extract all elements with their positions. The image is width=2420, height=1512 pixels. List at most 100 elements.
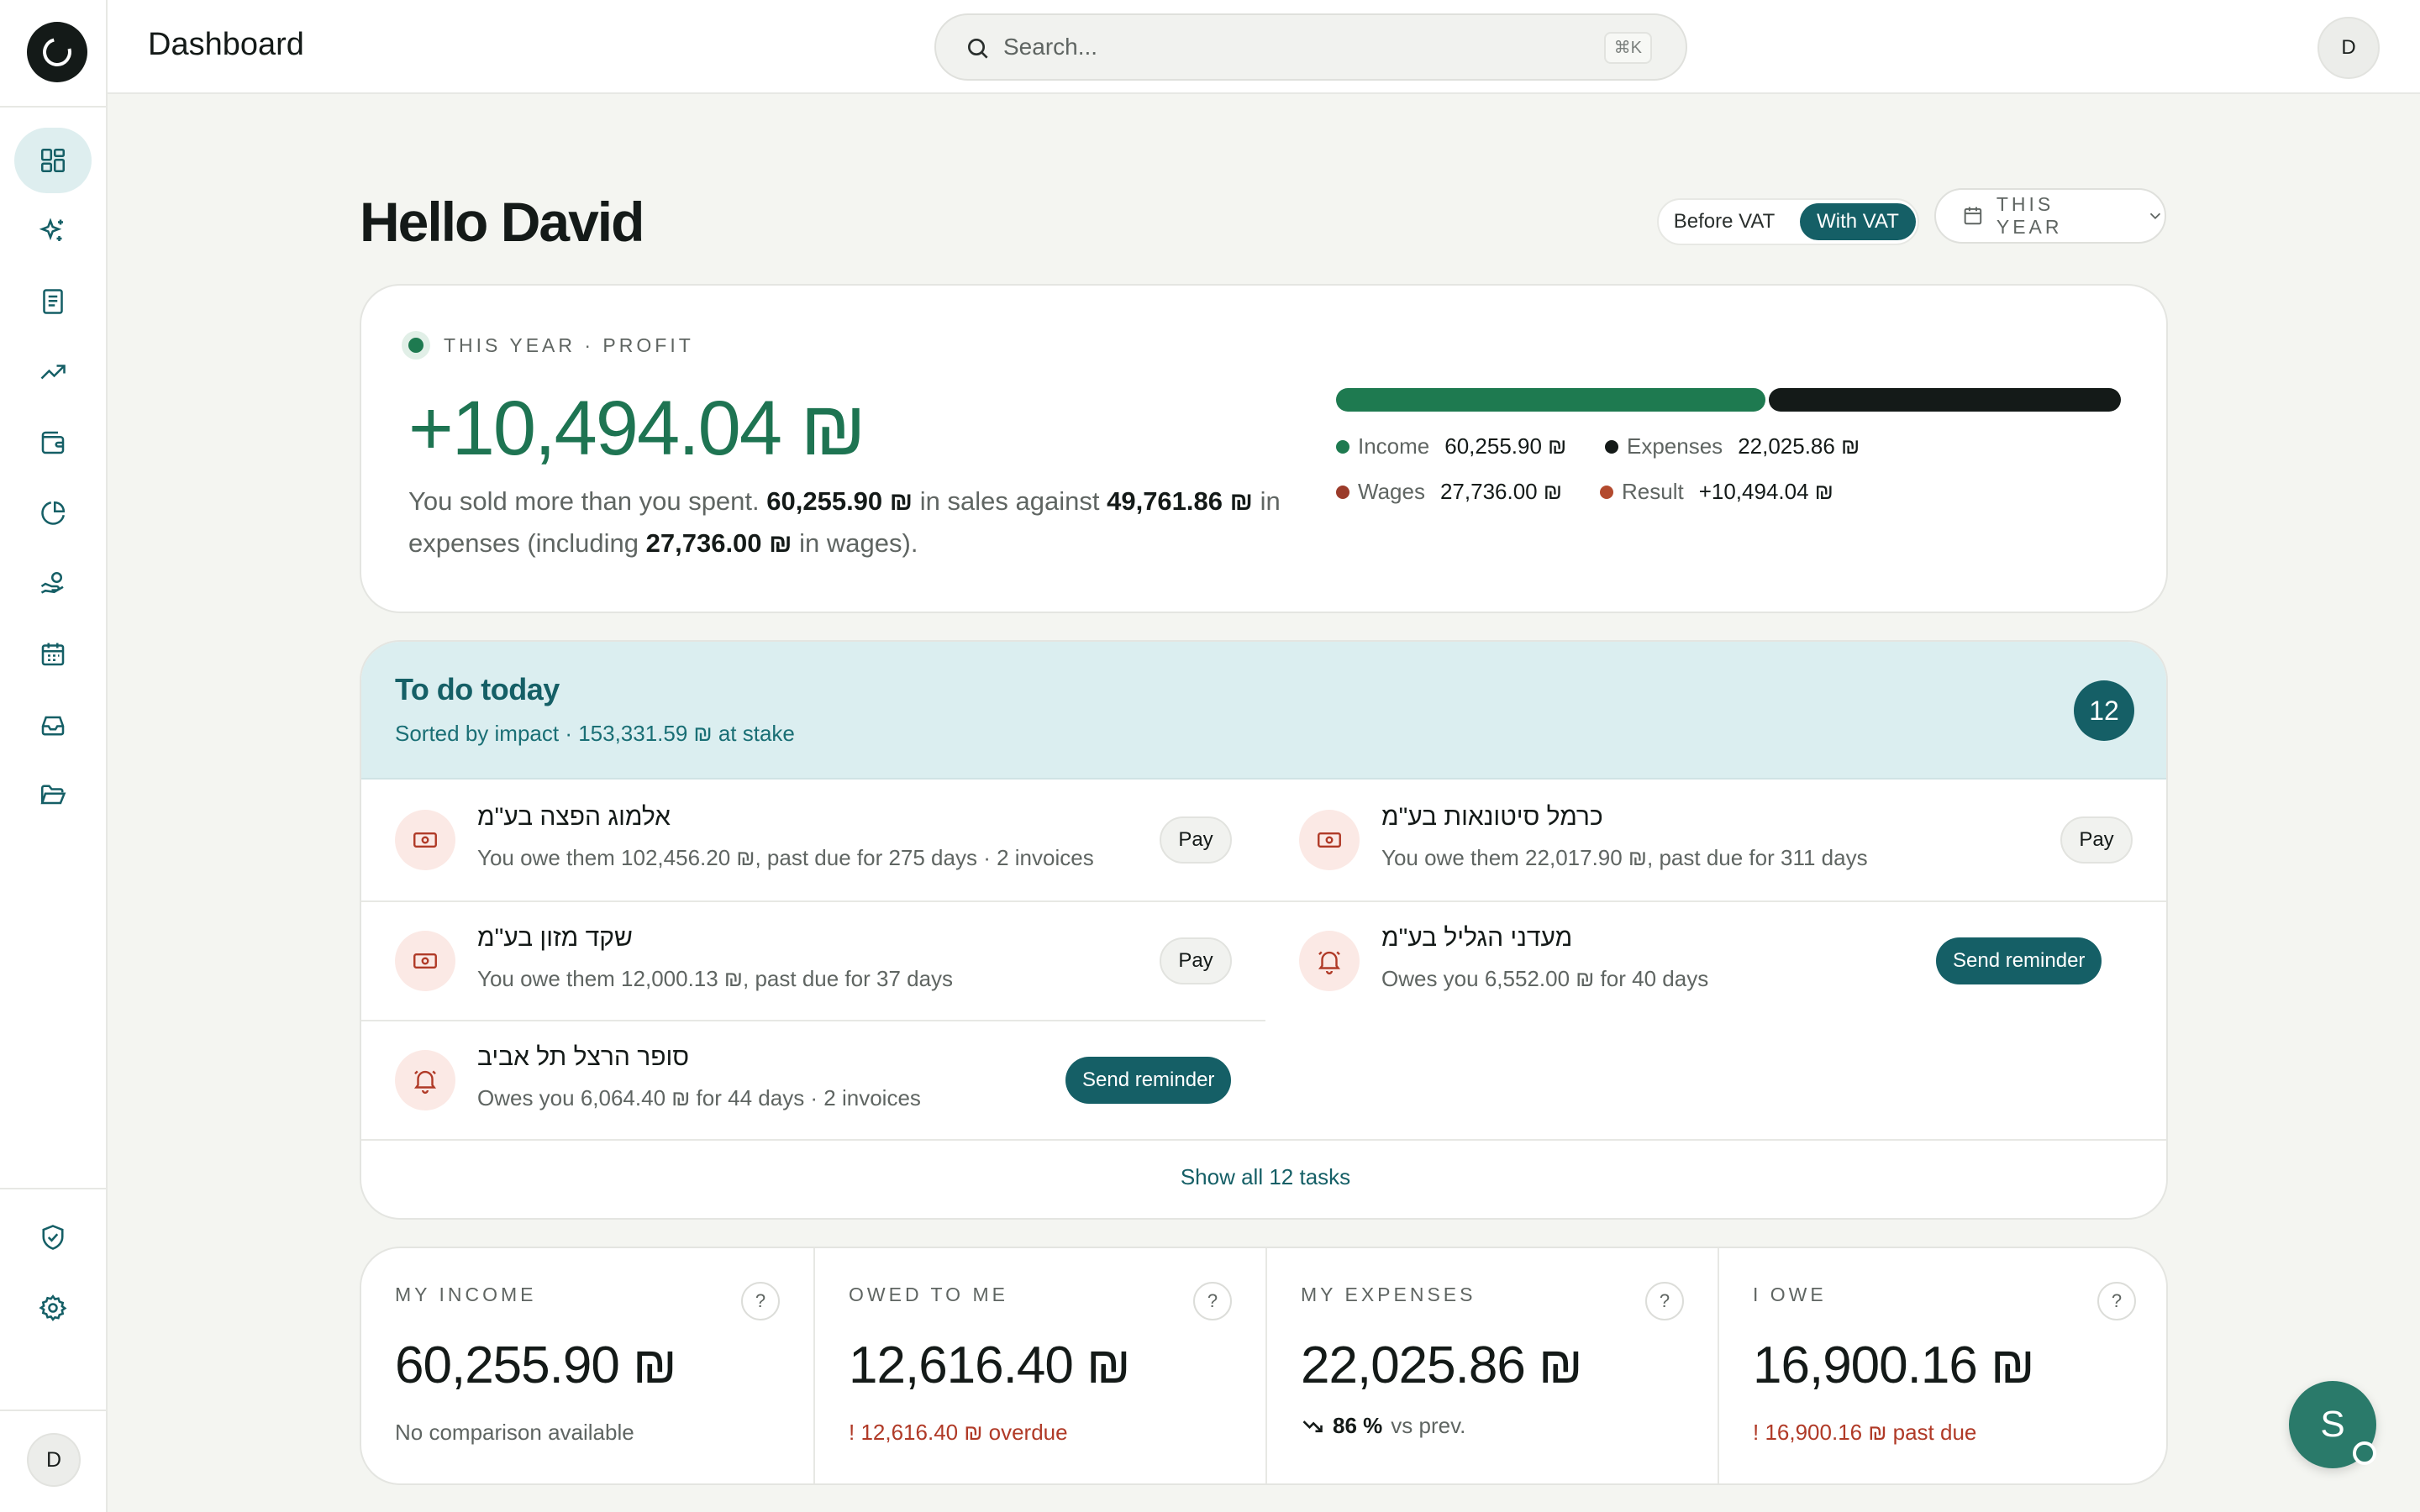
pay-button[interactable]: Pay xyxy=(2060,816,2133,864)
income-bar-segment xyxy=(1336,388,1765,412)
vat-with-option[interactable]: With VAT xyxy=(1800,203,1916,240)
nav-reports[interactable] xyxy=(14,339,92,405)
task-item: מעדני הגליל בע"מ Owes you 6,552.00 ₪ for… xyxy=(1265,902,2166,1021)
banknote-icon xyxy=(1318,832,1341,848)
todo-count-badge: 12 xyxy=(2074,680,2134,741)
nav-settings[interactable] xyxy=(14,1275,92,1341)
stats-card: MY INCOME ? 60,255.90 ₪ No comparison av… xyxy=(360,1247,2168,1485)
stat-note: No comparison available xyxy=(395,1420,634,1445)
stat-my-income: MY INCOME ? 60,255.90 ₪ No comparison av… xyxy=(361,1248,813,1483)
task-icon xyxy=(1299,931,1360,991)
gear-icon xyxy=(39,1294,67,1321)
sidebar-divider xyxy=(0,1410,106,1411)
legend-result: Result +10,494.04 ₪ xyxy=(1600,479,1833,505)
stat-trend: 86 % vs prev. xyxy=(1301,1413,1465,1439)
profit-expenses-value: 49,761.86 ₪ xyxy=(1107,486,1254,516)
legend-income: Income 60,255.90 ₪ xyxy=(1336,433,1566,459)
help-icon[interactable]: ? xyxy=(2097,1282,2136,1320)
greeting-heading: Hello David xyxy=(360,191,644,253)
task-icon xyxy=(395,931,455,991)
stat-label: MY EXPENSES xyxy=(1301,1284,1476,1305)
pay-button[interactable]: Pay xyxy=(1160,816,1232,864)
send-reminder-button[interactable]: Send reminder xyxy=(1936,937,2102,984)
profit-sales-value: 60,255.90 ₪ xyxy=(766,486,913,516)
task-icon xyxy=(395,810,455,870)
profit-amount: +10,494.04 ₪ xyxy=(408,386,866,471)
legend-label: Income xyxy=(1358,433,1430,459)
legend-value: 27,736.00 ₪ xyxy=(1439,479,1562,504)
task-item: כרמל סיטונאות בע"מ You owe them 22,017.9… xyxy=(1265,781,2166,900)
task-icon xyxy=(395,1050,455,1110)
legend-dot xyxy=(1336,439,1349,454)
trend-value: 86 % xyxy=(1333,1413,1383,1438)
todo-subtitle: Sorted by impact · 153,331.59 ₪ at stake xyxy=(395,721,795,746)
todo-card: To do today Sorted by impact · 153,331.5… xyxy=(360,640,2168,1220)
vat-before-option[interactable]: Before VAT xyxy=(1664,203,1785,240)
task-description: Owes you 6,064.40 ₪ for 44 days · 2 invo… xyxy=(477,1085,921,1110)
nav-analytics[interactable] xyxy=(14,480,92,546)
task-divider xyxy=(361,1139,2166,1141)
sidebar-user-avatar[interactable]: D xyxy=(27,1433,81,1487)
stat-value: 16,900.16 ₪ xyxy=(1753,1336,2035,1394)
legend-value: +10,494.04 ₪ xyxy=(1698,479,1833,504)
legend-wages: Wages 27,736.00 ₪ xyxy=(1336,479,1562,505)
nav-dashboard[interactable] xyxy=(14,128,92,193)
legend-dot xyxy=(1600,485,1613,499)
vat-toggle: Before VAT With VAT xyxy=(1657,198,1919,245)
task-name: שקד מזון בע"מ xyxy=(477,924,633,952)
legend-dot xyxy=(1336,485,1349,499)
task-item: שקד מזון בע"מ You owe them 12,000.13 ₪, … xyxy=(361,902,1265,1021)
sidebar-divider xyxy=(0,1188,106,1189)
document-icon xyxy=(43,289,63,314)
calendar-icon xyxy=(41,643,65,666)
nav-payments[interactable] xyxy=(14,551,92,617)
help-icon[interactable]: ? xyxy=(1645,1282,1684,1320)
banknote-icon xyxy=(413,953,437,969)
period-select[interactable]: THIS YEAR xyxy=(1934,188,2166,244)
profit-summary-text: in wages). xyxy=(792,528,918,558)
bell-icon xyxy=(413,1070,437,1095)
inbox-icon xyxy=(41,716,65,736)
send-reminder-button[interactable]: Send reminder xyxy=(1065,1057,1232,1104)
task-name: אלמוג הפצה בע"מ xyxy=(477,803,671,831)
wallet-icon xyxy=(41,431,65,454)
task-description: You owe them 12,000.13 ₪, past due for 3… xyxy=(477,966,954,991)
legend-label: Wages xyxy=(1358,479,1425,504)
pay-button[interactable]: Pay xyxy=(1160,937,1232,984)
stat-label: OWED TO ME xyxy=(849,1284,1008,1305)
task-description: You owe them 102,456.20 ₪, past due for … xyxy=(477,845,1094,870)
help-icon[interactable]: ? xyxy=(1193,1282,1232,1320)
search-input[interactable] xyxy=(1003,27,1541,67)
grid-icon xyxy=(40,148,66,173)
sparkles-icon xyxy=(39,218,63,241)
legend-label: Expenses xyxy=(1627,433,1723,459)
legend-dot xyxy=(1605,439,1618,454)
nav-security[interactable] xyxy=(14,1205,92,1270)
profit-status-dot xyxy=(402,331,430,360)
chevron-down-icon xyxy=(2149,213,2161,220)
nav-calendar[interactable] xyxy=(14,622,92,687)
task-item: סופר הרצל תל אביב Owes you 6,064.40 ₪ fo… xyxy=(361,1021,1265,1141)
nav-wallet[interactable] xyxy=(14,410,92,475)
task-name: מעדני הגליל בע"מ xyxy=(1381,924,1573,952)
profit-wages-value: 27,736.00 ₪ xyxy=(645,528,792,558)
show-all-tasks-link[interactable]: Show all 12 tasks xyxy=(361,1164,2166,1190)
banknote-icon xyxy=(413,832,437,848)
online-status-dot xyxy=(2353,1441,2376,1465)
nav-documents[interactable] xyxy=(14,269,92,334)
help-icon[interactable]: ? xyxy=(741,1282,780,1320)
calendar-icon xyxy=(1964,207,1982,225)
stat-label: I OWE xyxy=(1753,1284,1827,1305)
stat-my-expenses: MY EXPENSES ? 22,025.86 ₪ 86 % vs prev. xyxy=(1265,1248,1718,1483)
app-logo[interactable] xyxy=(27,22,87,82)
shield-check-icon xyxy=(42,1225,64,1250)
legend-value: 60,255.90 ₪ xyxy=(1444,433,1567,459)
nav-files[interactable] xyxy=(14,763,92,828)
trending-down-icon xyxy=(1302,1420,1323,1432)
nav-inbox[interactable] xyxy=(14,692,92,758)
nav-insights[interactable] xyxy=(14,198,92,264)
search-bar[interactable]: ⌘K xyxy=(934,13,1687,81)
stat-value: 22,025.86 ₪ xyxy=(1301,1336,1583,1394)
search-shortcut-hint: ⌘K xyxy=(1603,32,1652,64)
user-avatar[interactable]: D xyxy=(2317,17,2380,79)
